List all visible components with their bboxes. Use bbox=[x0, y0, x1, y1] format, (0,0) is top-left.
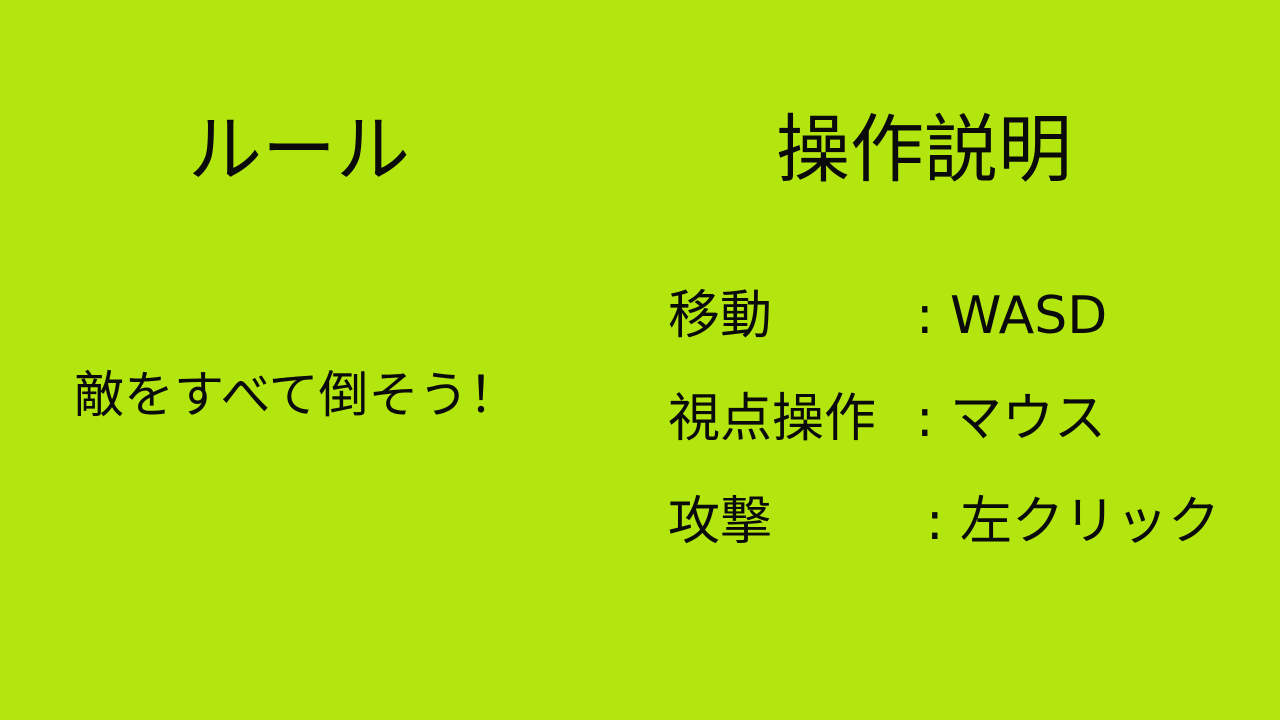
controls-title: 操作説明 bbox=[776, 107, 1072, 193]
control-label-view: 視点操作 bbox=[668, 389, 877, 449]
control-label-attack: 攻撃 bbox=[668, 492, 773, 552]
control-value-attack: : 左クリック bbox=[926, 492, 1221, 552]
instructions-screen: ルール 敵をすべて倒そう！ 操作説明 移動 : WASD 視点操作 : マウス … bbox=[0, 0, 1280, 720]
control-value-view: : マウス bbox=[916, 389, 1107, 449]
rules-description: 敵をすべて倒そう！ bbox=[74, 366, 519, 424]
rules-title: ルール bbox=[188, 107, 410, 193]
control-label-move: 移動 bbox=[668, 286, 773, 346]
control-value-move: : WASD bbox=[916, 286, 1108, 346]
